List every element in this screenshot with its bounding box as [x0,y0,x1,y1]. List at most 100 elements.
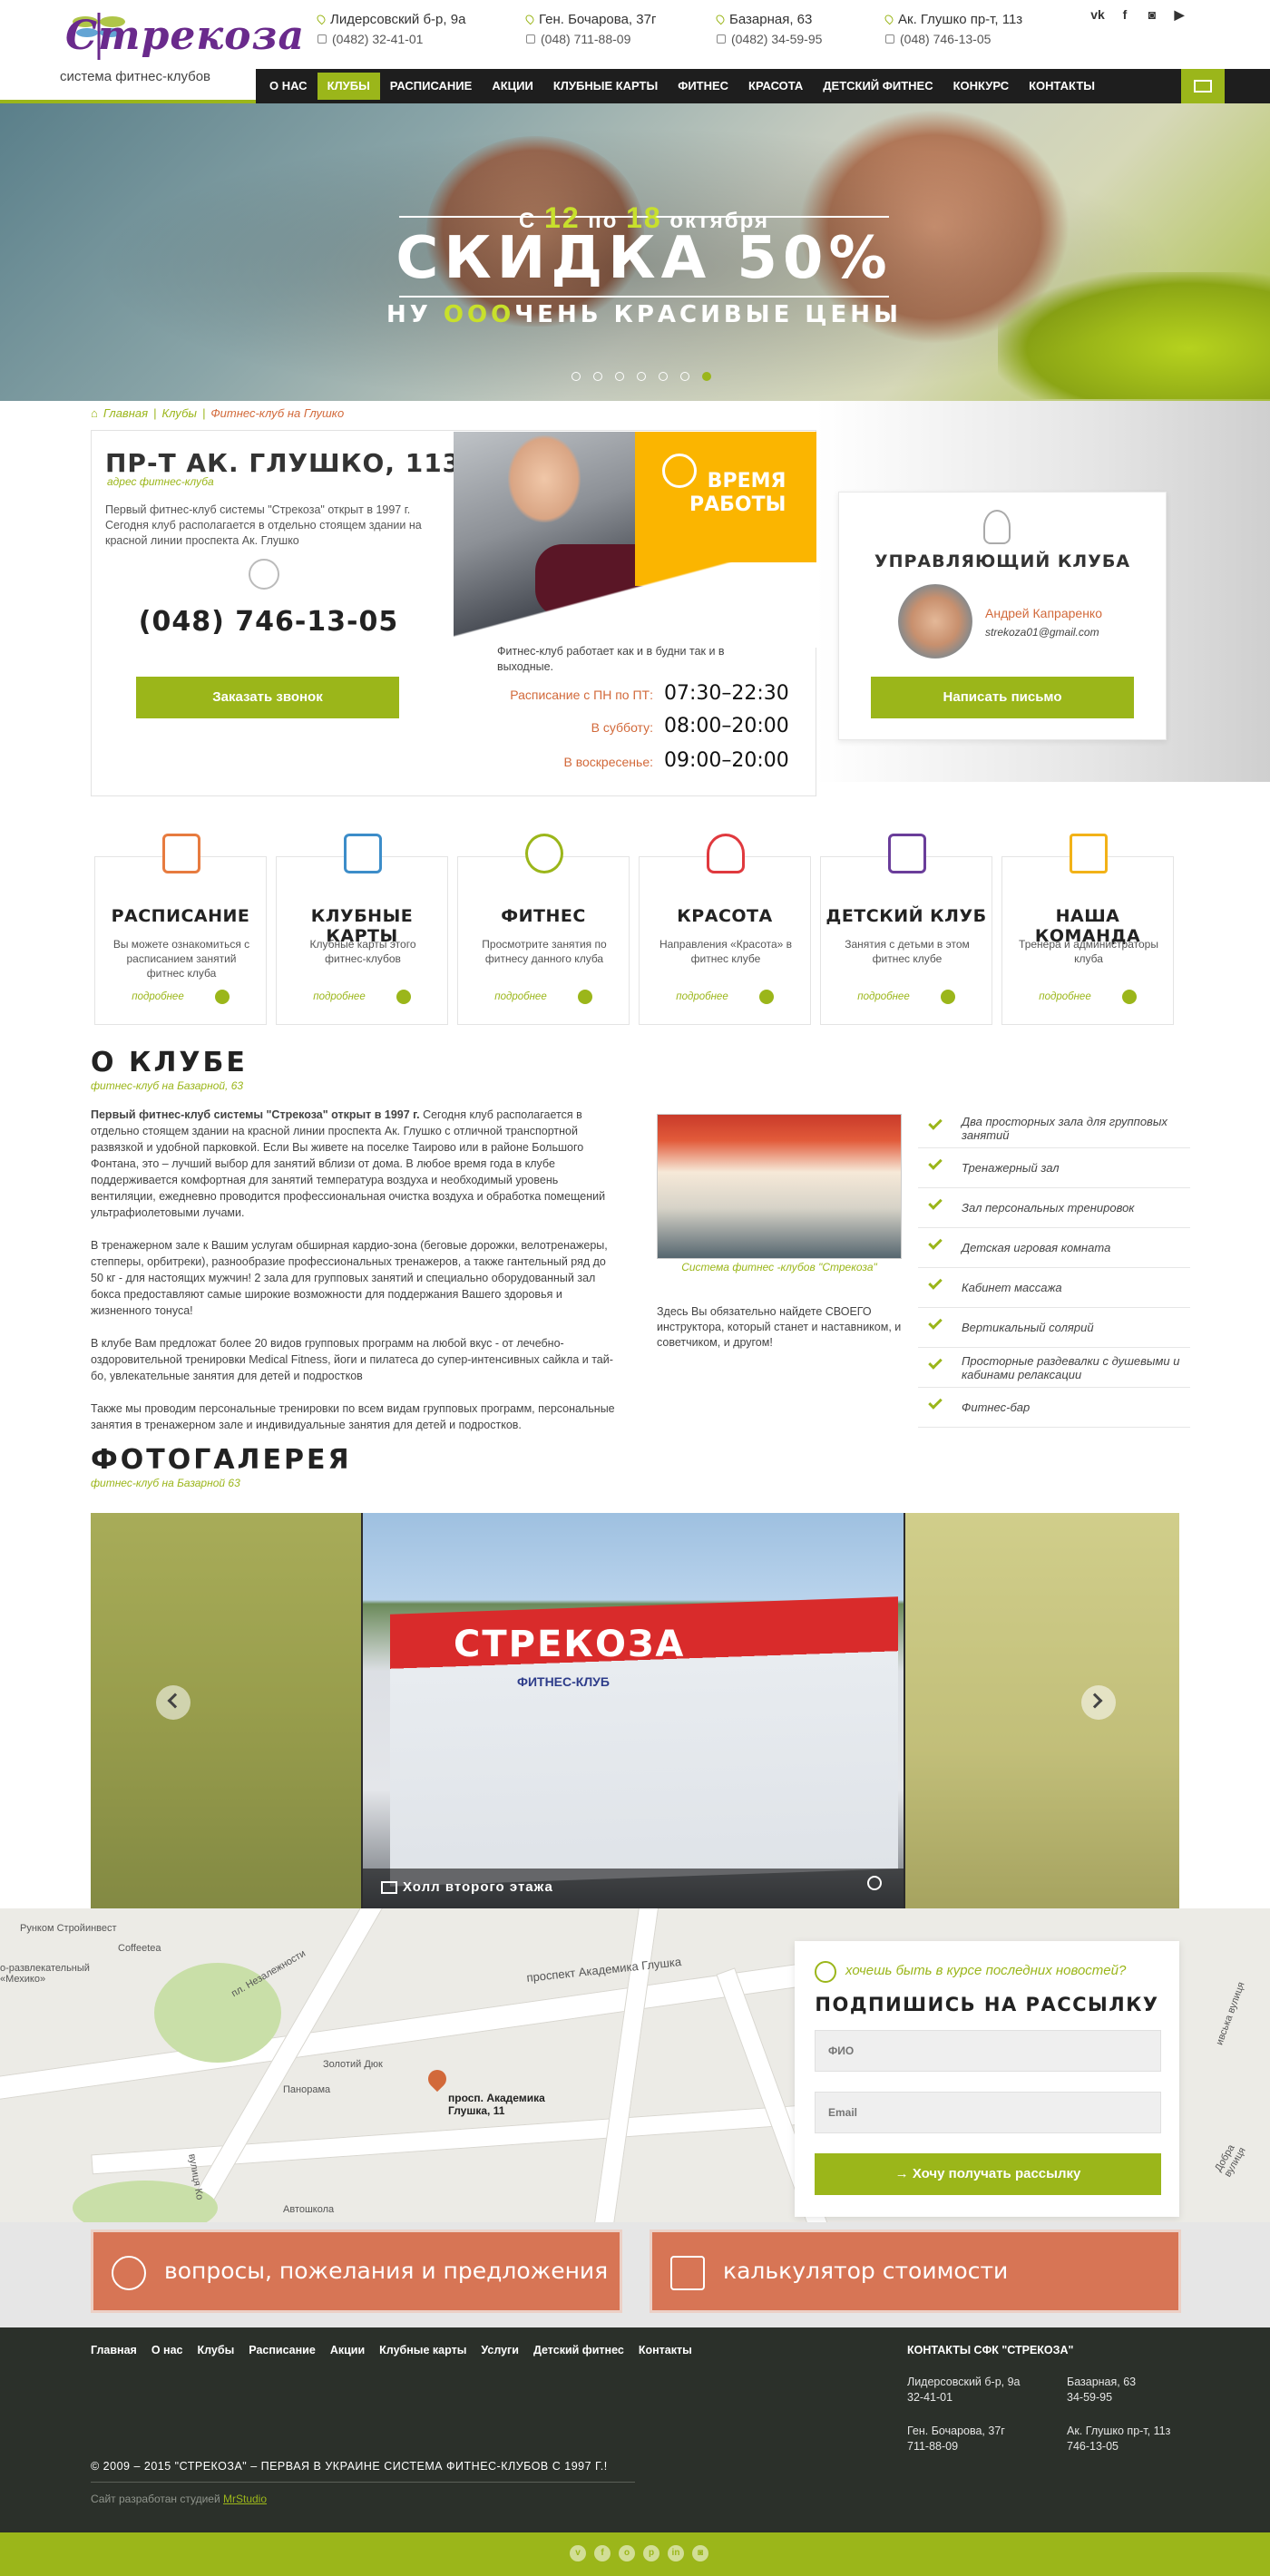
slider-dot[interactable] [702,372,711,381]
hours-title-line2: РАБОТЫ [689,493,786,516]
feature-more-link[interactable]: подробнее [458,990,629,1004]
feature-card-schedule[interactable]: РАСПИСАНИЕ Вы можете ознакомиться с расп… [94,834,267,1025]
nav-item-clubs[interactable]: Клубы [317,73,380,100]
breadcrumb-current: Фитнес-клуб на Глушко [210,406,345,420]
arrow-circle-icon [758,990,774,1004]
nav-item-promos[interactable]: Акции [482,69,543,103]
slider-dot[interactable] [615,372,624,381]
pin-icon [315,13,327,25]
hours-title-line1: ВРЕМЯ [707,470,786,493]
footer-link[interactable]: Контакты [639,2344,692,2356]
feature-more-link[interactable]: подробнее [277,990,447,1004]
odnoklassniki-icon[interactable]: o [619,2545,635,2561]
feature-card-kids[interactable]: ДЕТСКИЙ КЛУБ Занятия с детьми в этом фит… [820,834,992,1025]
breadcrumb-clubs[interactable]: Клубы [161,406,197,420]
facebook-icon[interactable]: f [1116,7,1134,25]
nav-item-contest[interactable]: Конкурс [943,69,1020,103]
footer-contact-street: Ак. Глушко пр-т, 11з [1067,2425,1171,2437]
club-interior-photo[interactable] [657,1114,902,1259]
gallery-next-arrow[interactable] [1081,1685,1116,1720]
check-icon [928,1156,943,1170]
manager-email[interactable]: strekoza01@gmail.com [985,626,1099,639]
map-label: ивська вулиця [1214,1980,1247,2047]
facebook-icon[interactable]: f [594,2545,611,2561]
newsletter-question: хочешь быть в курсе последних новостей? [845,1963,1127,1978]
footer-link[interactable]: Клубы [198,2344,235,2356]
subscribe-button[interactable]: → Хочу получать рассылку [815,2153,1161,2195]
feature-more-link[interactable]: подробнее [1002,990,1173,1004]
address-phone[interactable]: (0482) 34-59-95 [731,32,822,46]
feature-more-link[interactable]: подробнее [821,990,992,1004]
club-phone[interactable]: (048) 746-13-05 [105,606,432,638]
studio-link[interactable]: MrStudio [223,2493,267,2505]
hero-sub-pre: НУ [386,301,444,328]
nav-item-beauty[interactable]: Красота [738,69,813,103]
map-label: Автошкола [283,2204,335,2215]
instagram-icon[interactable]: ◙ [692,2545,708,2561]
nav-item-about[interactable]: О нас [259,69,318,103]
check-icon [928,1395,943,1410]
gallery-prev-arrow[interactable] [156,1685,190,1720]
headset-icon [112,2256,146,2290]
amenity-item: Два просторных зала для групповых заняти… [918,1108,1190,1148]
slider-dot[interactable] [572,372,581,381]
slider-dot[interactable] [659,372,668,381]
feature-more-link[interactable]: подробнее [640,990,810,1004]
address-phone[interactable]: (0482) 32-41-01 [332,32,423,46]
feature-card-beauty[interactable]: КРАСОТА Направления «Красота» в фитнес к… [639,834,811,1025]
write-letter-button[interactable]: Написать письмо [871,677,1134,718]
user-icon [983,510,1011,544]
nav-item-club-cards[interactable]: Клубные карты [543,69,668,103]
nav-item-contacts[interactable]: Контакты [1019,69,1105,103]
nav-item-fitness[interactable]: Фитнес [668,69,738,103]
feature-more-link[interactable]: подробнее [95,990,266,1004]
feature-card-fitness[interactable]: ФИТНЕС Просмотрите занятия по фитнесу да… [457,834,630,1025]
nav-item-schedule[interactable]: Расписание [380,69,483,103]
feedback-button[interactable]: вопросы, пожелания и предложения [91,2230,622,2313]
address-phone[interactable]: (048) 746-13-05 [900,32,991,46]
address-phone[interactable]: (048) 711-88-09 [541,32,630,46]
name-input[interactable] [815,2030,1161,2072]
amenity-label: Зал персональных тренировок [962,1201,1135,1215]
nav-item-kids-fitness[interactable]: Детский фитнес [813,69,943,103]
envelope-icon [1194,80,1212,93]
pinterest-icon[interactable]: p [643,2545,659,2561]
arrow-circle-icon [1121,990,1137,1004]
amenity-label: Кабинет массажа [962,1281,1062,1294]
footer-link[interactable]: О нас [151,2344,183,2356]
girl-face [508,435,581,522]
linkedin-icon[interactable]: in [668,2545,684,2561]
club-description: Первый фитнес-клуб системы "Стрекоза" от… [105,503,422,547]
more-label: подробнее [313,991,366,1003]
instagram-icon[interactable]: ◙ [1143,7,1161,25]
youtube-icon[interactable]: ▶ [1170,7,1188,25]
footer-link[interactable]: Детский фитнес [533,2344,624,2356]
vk-icon[interactable]: v [570,2545,586,2561]
callback-button[interactable]: Заказать звонок [136,677,399,718]
feature-card-team[interactable]: НАША КОМАНДА Тренера и администраторы кл… [1001,834,1174,1025]
footer-link[interactable]: Акции [330,2344,365,2356]
made-by-text: Сайт разработан студией [91,2493,223,2505]
vk-icon[interactable]: vk [1089,7,1107,25]
calculator-label: калькулятор стоимости [723,2258,1009,2284]
social-links: vk f ◙ ▶ [1089,7,1188,25]
phone-icon [526,34,535,44]
footer-contact-phone: 746-13-05 [1067,2440,1119,2453]
slider-dot[interactable] [637,372,646,381]
email-input[interactable] [815,2092,1161,2133]
hours-label: В воскресенье: [563,755,653,769]
slider-dot[interactable] [593,372,602,381]
mail-button[interactable] [1181,69,1225,103]
footer-link[interactable]: Клубные карты [379,2344,466,2356]
footer-link[interactable]: Услуги [481,2344,519,2356]
logo-text: Стрекоза [65,13,306,59]
pin-icon [523,13,536,25]
slider-dot[interactable] [680,372,689,381]
footer-link[interactable]: Расписание [249,2344,316,2356]
feature-card-club-cards[interactable]: КЛУБНЫЕ КАРТЫ Клубные карты этого фитнес… [276,834,448,1025]
footer-link[interactable]: Главная [91,2344,137,2356]
zoom-icon[interactable] [867,1876,882,1890]
calculator-button[interactable]: калькулятор стоимости [650,2230,1181,2313]
feature-title: ДЕТСКИЙ КЛУБ [826,906,987,926]
breadcrumb-home[interactable]: Главная [103,406,148,420]
